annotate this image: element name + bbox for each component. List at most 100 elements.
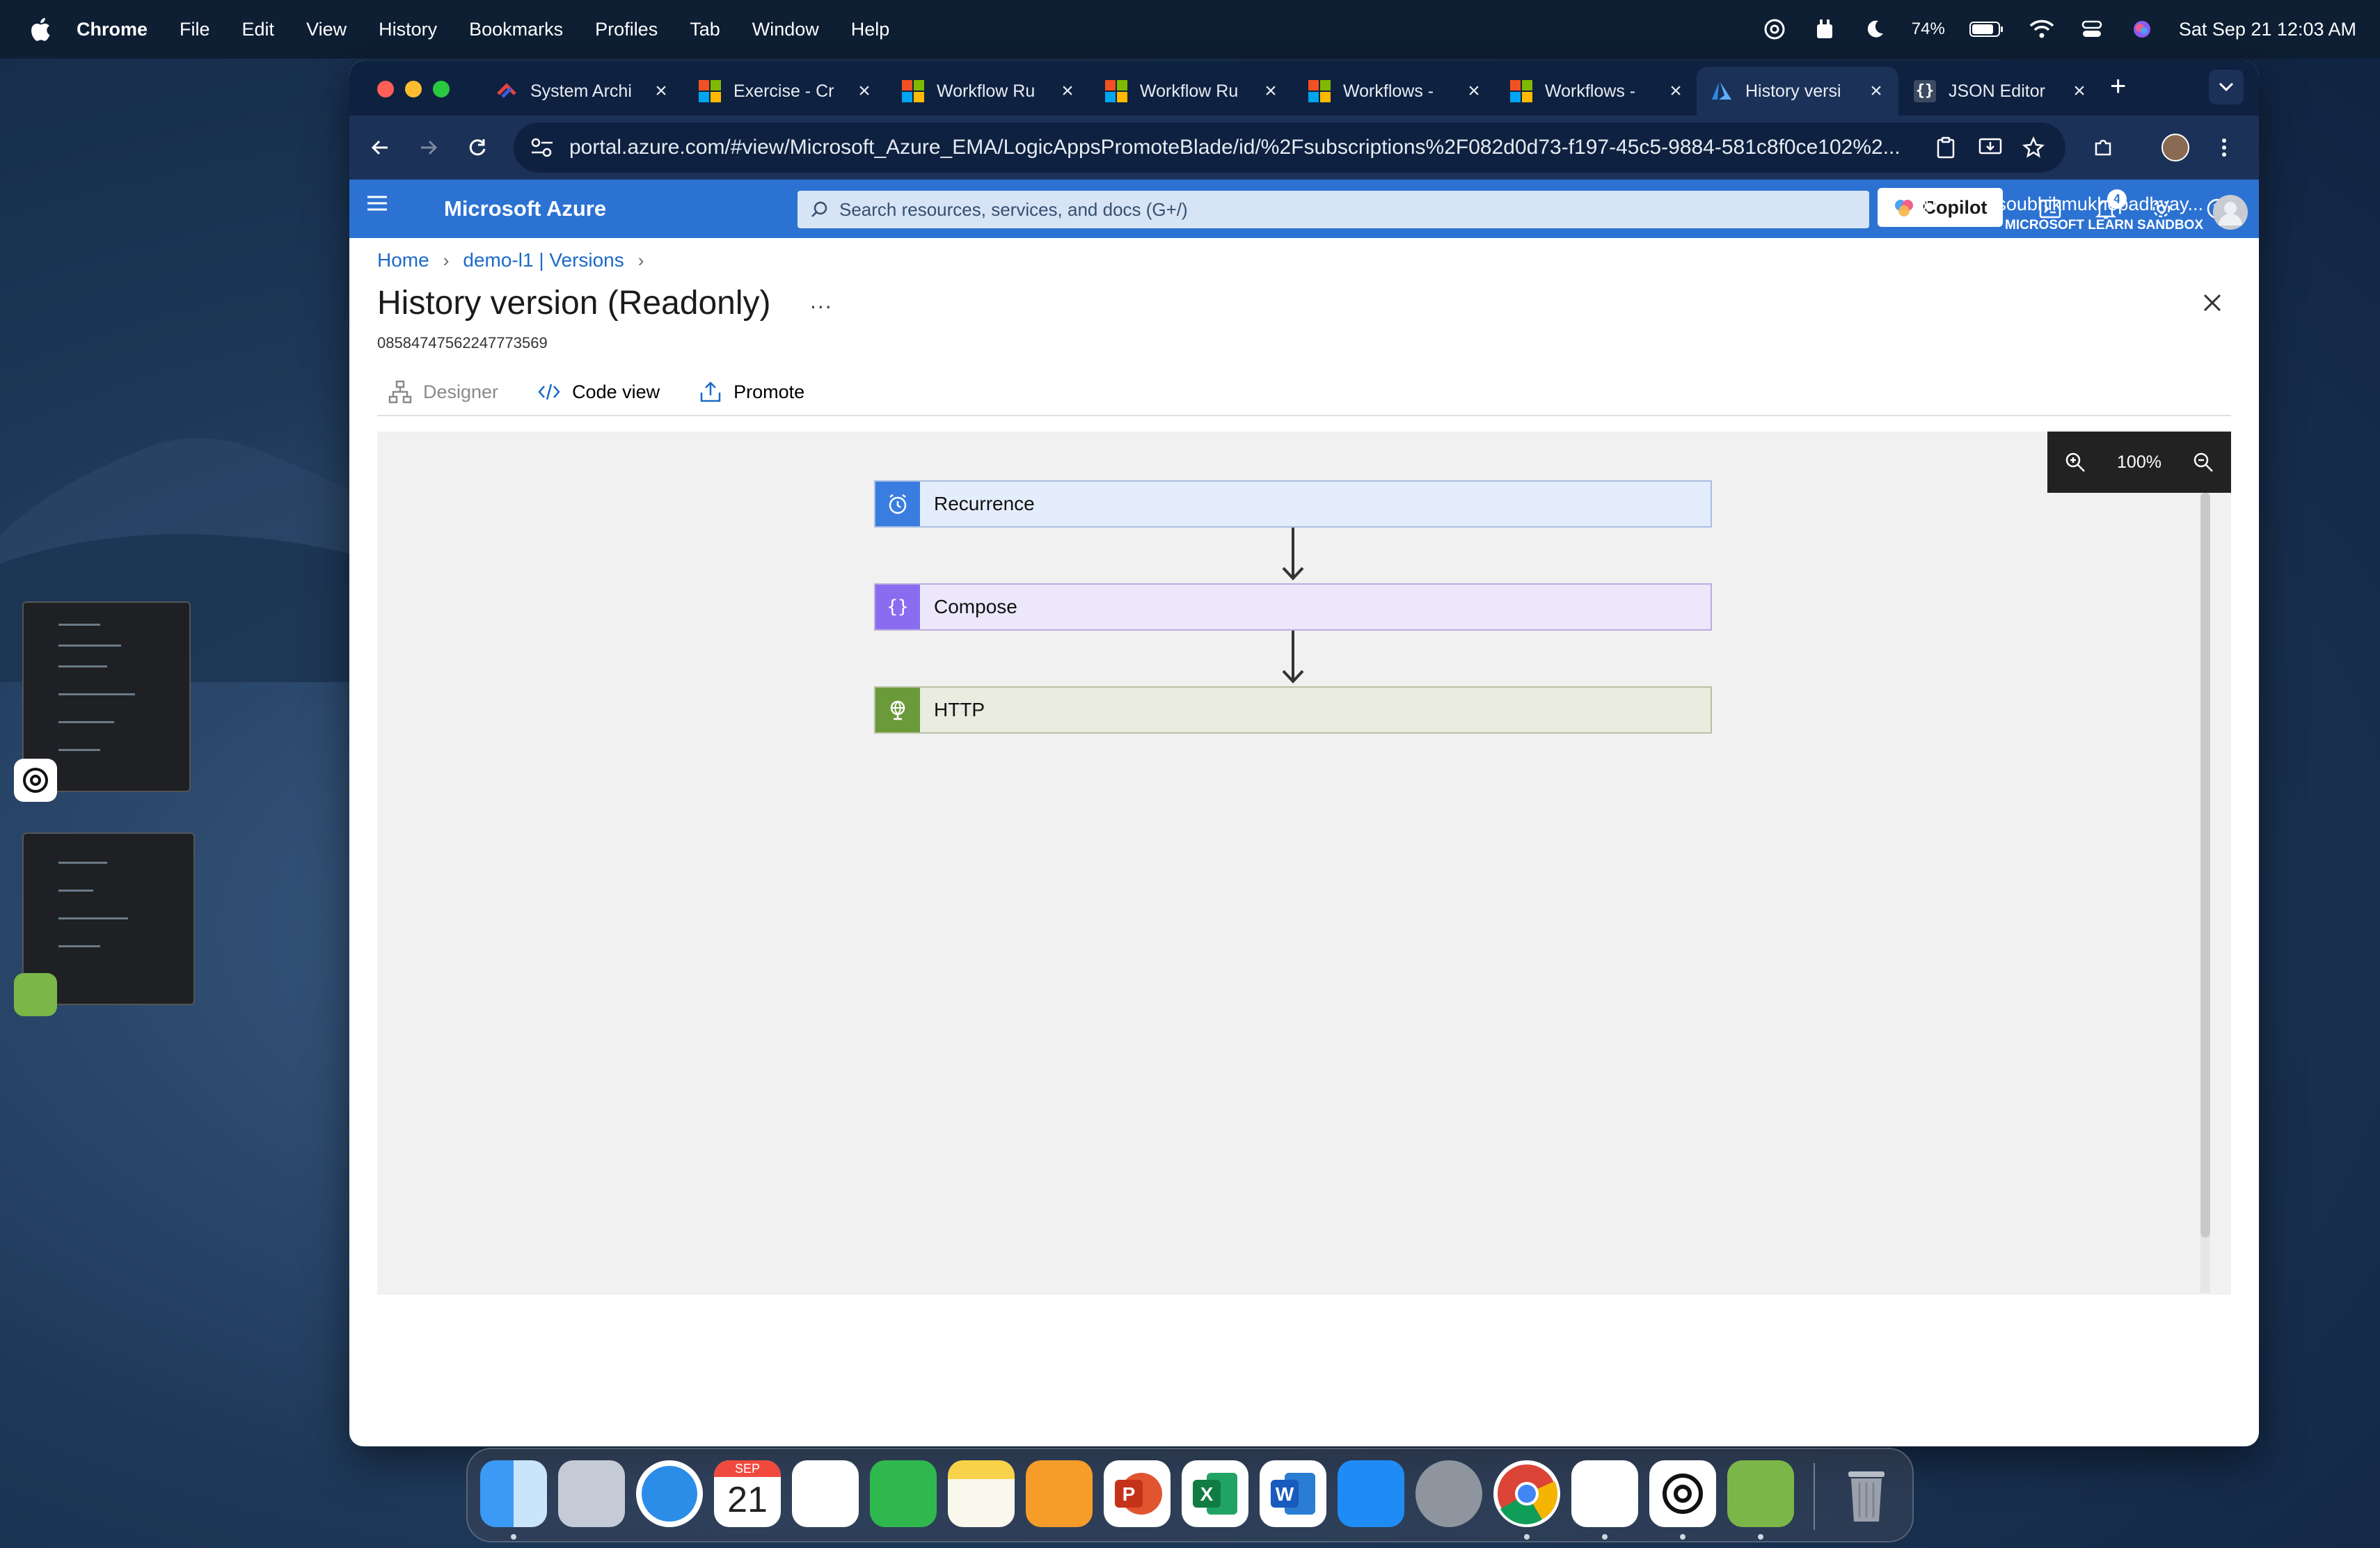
- finder-icon[interactable]: [480, 1460, 547, 1527]
- microsoft-logo-icon: [1510, 80, 1532, 102]
- clipboard-button[interactable]: [1925, 127, 1967, 168]
- designer-button[interactable]: Designer: [377, 380, 498, 404]
- browser-tab[interactable]: Workflows - ×: [1496, 67, 1698, 116]
- chatgpt-app-icon[interactable]: [14, 759, 57, 802]
- search-placeholder: Search resources, services, and docs (G+…: [839, 198, 1188, 220]
- script-editor-icon[interactable]: [1727, 1460, 1794, 1527]
- site-settings-icon[interactable]: [530, 137, 554, 158]
- app-store-icon[interactable]: [1338, 1460, 1404, 1527]
- zoom-in-icon[interactable]: [2064, 451, 2086, 473]
- breadcrumb-home[interactable]: Home: [377, 249, 429, 271]
- new-tab-icon[interactable]: +: [2110, 71, 2126, 102]
- reload-icon: [469, 139, 486, 156]
- keyboard-status-icon[interactable]: [1811, 16, 1838, 42]
- browser-tab[interactable]: Workflow Ru ×: [888, 67, 1090, 116]
- notes-icon[interactable]: [948, 1460, 1015, 1527]
- menu-window[interactable]: Window: [752, 19, 819, 40]
- account-menu[interactable]: soubhikmukhopadhyay... MICROSOFT LEARN S…: [1975, 188, 2248, 238]
- portal-menu-button[interactable]: [366, 195, 397, 223]
- zoom-controls: 100%: [2047, 432, 2231, 493]
- passwords-icon[interactable]: [1571, 1460, 1638, 1527]
- reminders-icon[interactable]: [792, 1460, 859, 1527]
- safari-icon[interactable]: [636, 1460, 703, 1527]
- breadcrumb-versions[interactable]: demo-l1 | Versions: [463, 249, 624, 271]
- menubar-clock[interactable]: Sat Sep 21 12:03 AM: [2179, 19, 2356, 40]
- back-button[interactable]: [359, 127, 401, 168]
- menu-tab[interactable]: Tab: [690, 19, 720, 40]
- browser-tab[interactable]: Exercise - Cr ×: [685, 67, 887, 116]
- pages-icon[interactable]: [1026, 1460, 1093, 1527]
- chrome-menu-button[interactable]: [2203, 127, 2245, 168]
- wifi-icon[interactable]: [2029, 16, 2055, 42]
- account-directory: MICROSOFT LEARN SANDBOX: [2005, 218, 2203, 232]
- browser-tab[interactable]: System Archi ×: [482, 67, 683, 116]
- address-bar[interactable]: portal.azure.com/#view/Microsoft_Azure_E…: [514, 123, 2065, 173]
- browser-tab-active[interactable]: History versi ×: [1697, 67, 1898, 116]
- azure-brand[interactable]: Microsoft Azure: [444, 180, 606, 238]
- chrome-icon[interactable]: [1493, 1460, 1560, 1527]
- maximize-window-button[interactable]: [433, 81, 450, 97]
- trash-icon[interactable]: [1833, 1460, 1900, 1527]
- workflow-node-recurrence[interactable]: Recurrence: [874, 480, 1712, 528]
- install-app-button[interactable]: [1969, 127, 2011, 168]
- profile-avatar[interactable]: [2161, 134, 2189, 161]
- promote-button[interactable]: Promote: [688, 380, 804, 404]
- system-settings-icon[interactable]: [1415, 1460, 1482, 1527]
- code-view-button[interactable]: Code view: [526, 380, 660, 404]
- feedback-button[interactable]: [1903, 188, 1944, 230]
- menu-history[interactable]: History: [379, 19, 437, 40]
- calendar-icon[interactable]: SEP 21: [714, 1460, 781, 1527]
- node-label: Recurrence: [934, 493, 1035, 514]
- close-tab-icon[interactable]: ×: [2065, 79, 2093, 103]
- excel-icon[interactable]: X: [1182, 1460, 1248, 1527]
- word-icon[interactable]: W: [1260, 1460, 1326, 1527]
- bookmark-button[interactable]: [2013, 127, 2054, 168]
- close-tab-icon[interactable]: ×: [647, 79, 675, 103]
- extensions-button[interactable]: [2082, 127, 2124, 168]
- launchpad-icon[interactable]: [558, 1460, 625, 1527]
- menu-file[interactable]: File: [180, 19, 210, 40]
- control-center-icon[interactable]: [2079, 16, 2105, 42]
- close-tab-icon[interactable]: ×: [1862, 79, 1890, 103]
- browser-tab[interactable]: Workflows - ×: [1294, 67, 1496, 116]
- numbers-icon[interactable]: [870, 1460, 937, 1527]
- url-text[interactable]: portal.azure.com/#view/Microsoft_Azure_E…: [569, 136, 1954, 159]
- menu-profiles[interactable]: Profiles: [595, 19, 658, 40]
- workflow-node-compose[interactable]: {} Compose: [874, 583, 1712, 631]
- close-tab-icon[interactable]: ×: [1257, 79, 1285, 103]
- chevron-right-icon: ›: [637, 249, 644, 271]
- close-tab-icon[interactable]: ×: [1662, 79, 1690, 103]
- menu-edit[interactable]: Edit: [242, 19, 275, 40]
- close-tab-icon[interactable]: ×: [1054, 79, 1081, 103]
- workflow-node-http[interactable]: HTTP: [874, 686, 1712, 734]
- menu-help[interactable]: Help: [851, 19, 890, 40]
- close-tab-icon[interactable]: ×: [850, 79, 878, 103]
- reload-button[interactable]: [457, 127, 498, 168]
- more-options-button[interactable]: ...: [810, 288, 833, 314]
- tab-search-button[interactable]: [2209, 70, 2244, 104]
- apple-icon[interactable]: [28, 16, 51, 42]
- powerpoint-icon[interactable]: P: [1104, 1460, 1171, 1527]
- azure-search-input[interactable]: Search resources, services, and docs (G+…: [798, 191, 1869, 228]
- minimize-window-button[interactable]: [405, 81, 422, 97]
- zoom-out-icon[interactable]: [2192, 451, 2214, 473]
- close-window-button[interactable]: [377, 81, 394, 97]
- menu-bookmarks[interactable]: Bookmarks: [469, 19, 563, 40]
- menu-app-name[interactable]: Chrome: [77, 19, 148, 40]
- moon-icon[interactable]: [1862, 16, 1888, 42]
- close-blade-icon[interactable]: [2195, 285, 2230, 320]
- chatgpt-icon[interactable]: [1649, 1460, 1716, 1527]
- forward-button[interactable]: [408, 127, 450, 168]
- designer-label: Designer: [423, 381, 499, 402]
- siri-icon[interactable]: [2129, 16, 2155, 42]
- browser-tab[interactable]: Workflow Ru ×: [1091, 67, 1293, 116]
- running-indicator: [1680, 1534, 1685, 1540]
- menu-view[interactable]: View: [306, 19, 347, 40]
- close-tab-icon[interactable]: ×: [1460, 79, 1488, 103]
- script-editor-app-icon[interactable]: [14, 973, 57, 1016]
- workflow-canvas[interactable]: [377, 432, 2231, 1295]
- canvas-scrollbar-thumb[interactable]: [2200, 493, 2210, 1238]
- chatgpt-status-icon[interactable]: [1761, 16, 1788, 42]
- browser-tab[interactable]: {} JSON Editor ×: [1900, 67, 2102, 116]
- battery-icon[interactable]: [1969, 16, 2005, 42]
